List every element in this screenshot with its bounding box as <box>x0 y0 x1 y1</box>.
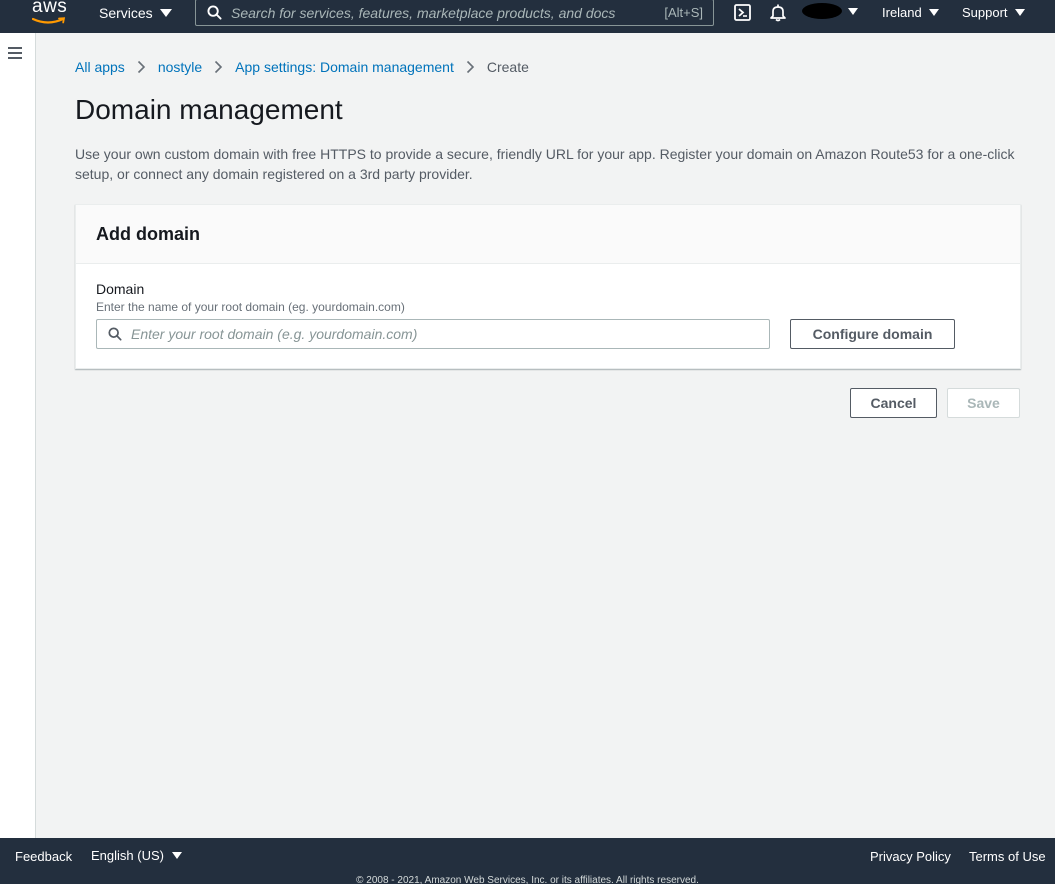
support-label: Support <box>962 5 1008 20</box>
footer: Feedback English (US) Privacy Policy Ter… <box>0 838 1055 884</box>
caret-down-icon <box>159 8 172 17</box>
domain-field-label: Domain <box>96 281 145 297</box>
privacy-policy-link[interactable]: Privacy Policy <box>870 849 951 864</box>
domain-field-description: Enter the name of your root domain (eg. … <box>96 300 405 314</box>
domain-input-wrapper <box>96 319 770 349</box>
feedback-link[interactable]: Feedback <box>15 849 72 864</box>
domain-input[interactable] <box>131 320 761 348</box>
search-shortcut: [Alt+S] <box>664 5 703 20</box>
search-placeholder: Search for services, features, marketpla… <box>231 5 616 21</box>
cloudshell-icon[interactable] <box>733 3 753 23</box>
aws-smile-icon <box>32 17 66 24</box>
account-menu[interactable] <box>802 3 858 19</box>
breadcrumb: All apps nostyle App settings: Domain ma… <box>75 59 529 75</box>
configure-domain-button[interactable]: Configure domain <box>790 319 955 349</box>
terms-of-use-link[interactable]: Terms of Use <box>969 849 1046 864</box>
breadcrumb-app[interactable]: nostyle <box>158 59 202 75</box>
page-title: Domain management <box>75 94 343 125</box>
hamburger-icon[interactable] <box>8 47 22 59</box>
page-description: Use your own custom domain with free HTT… <box>75 146 1015 182</box>
global-search-box[interactable]: Search for services, features, marketpla… <box>195 0 714 26</box>
aws-logo[interactable]: aws <box>30 0 70 33</box>
save-button[interactable]: Save <box>947 388 1020 418</box>
cancel-button[interactable]: Cancel <box>850 388 937 418</box>
chevron-right-icon <box>137 60 145 74</box>
copyright-text: © 2008 - 2021, Amazon Web Services, Inc.… <box>356 875 699 884</box>
top-navigation: aws Services Search for services, featur… <box>0 0 1055 33</box>
side-navigation <box>0 33 36 838</box>
support-menu[interactable]: Support <box>962 0 1025 25</box>
breadcrumb-all-apps[interactable]: All apps <box>75 59 125 75</box>
caret-down-icon <box>171 852 182 859</box>
panel-header: Add domain <box>76 205 1020 264</box>
caret-down-icon <box>1014 9 1025 16</box>
region-label: Ireland <box>882 5 922 20</box>
search-icon <box>207 5 222 20</box>
services-label: Services <box>99 4 153 21</box>
account-name-redacted <box>802 3 842 19</box>
caret-down-icon <box>928 9 939 16</box>
aws-logo-text: aws <box>32 0 68 17</box>
region-selector[interactable]: Ireland <box>882 0 939 25</box>
search-icon <box>108 327 122 341</box>
chevron-right-icon <box>466 60 474 74</box>
language-selector[interactable]: English (US) <box>91 848 182 863</box>
services-menu[interactable]: Services <box>99 0 172 25</box>
add-domain-panel: Add domain Domain Enter the name of your… <box>75 204 1021 369</box>
chevron-right-icon <box>215 60 223 74</box>
caret-down-icon <box>848 7 858 15</box>
breadcrumb-domain-management[interactable]: App settings: Domain management <box>235 59 454 75</box>
bell-icon[interactable] <box>768 3 788 23</box>
language-label: English (US) <box>91 848 164 863</box>
panel-title: Add domain <box>96 224 200 244</box>
breadcrumb-current: Create <box>486 59 529 75</box>
